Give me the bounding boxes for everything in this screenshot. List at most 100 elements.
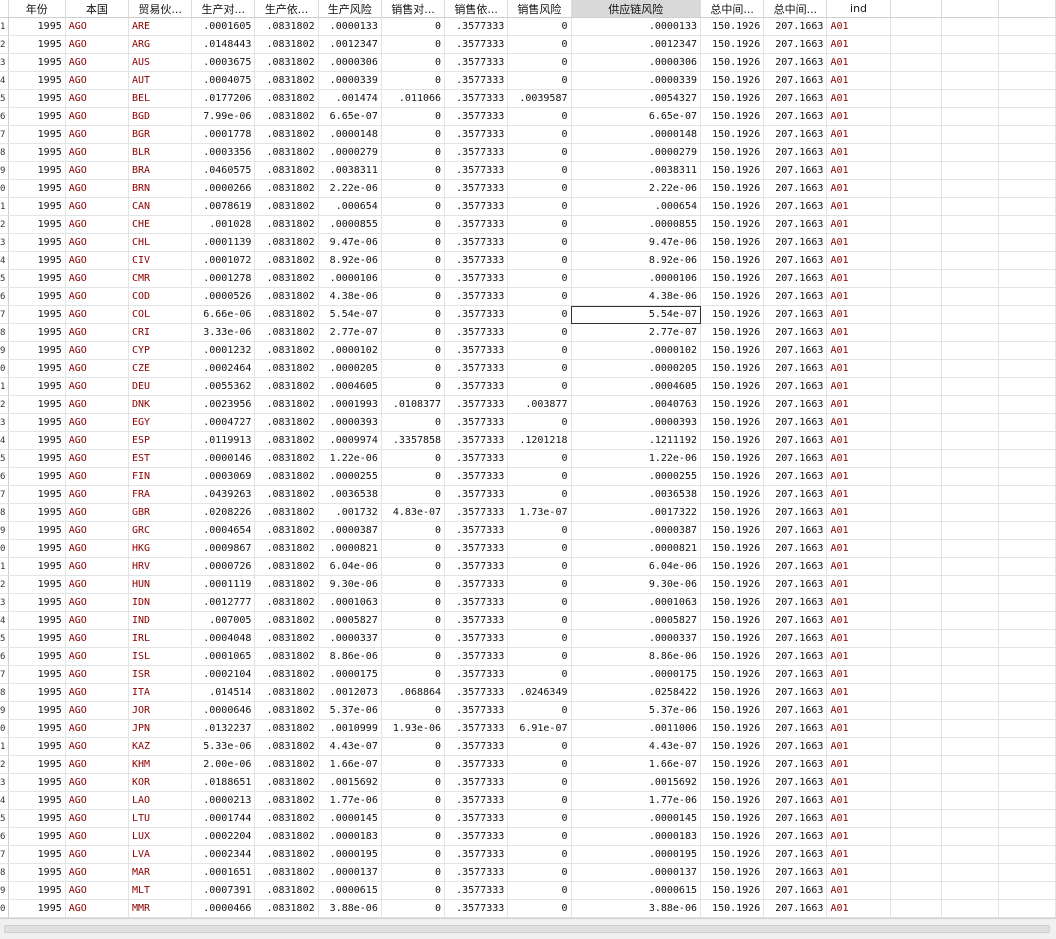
table-cell[interactable]: 207.1663 <box>763 557 828 576</box>
table-cell[interactable]: A01 <box>826 377 891 396</box>
table-cell[interactable]: AGO <box>65 701 129 720</box>
table-cell[interactable]: 1995 <box>8 251 66 270</box>
table-cell[interactable]: 1995 <box>8 701 66 720</box>
table-cell[interactable]: 150.1926 <box>700 773 765 792</box>
table-cell[interactable]: 150.1926 <box>700 665 765 684</box>
table-cell[interactable]: .0000855 <box>318 215 382 234</box>
table-cell[interactable]: .0000387 <box>571 521 701 540</box>
table-cell[interactable]: 207.1663 <box>763 197 828 216</box>
table-cell[interactable]: 150.1926 <box>700 539 765 558</box>
table-cell[interactable]: 6.91e-07 <box>507 719 572 738</box>
table-cell[interactable]: .0000195 <box>318 845 382 864</box>
table-cell[interactable]: .0000339 <box>318 71 382 90</box>
table-cell[interactable]: 0 <box>381 125 446 144</box>
table-cell[interactable]: 1995 <box>8 755 66 774</box>
table-cell[interactable]: .0004075 <box>191 71 256 90</box>
table-cell[interactable]: 0 <box>507 233 572 252</box>
table-row[interactable]: 6 1995 AGO BGD 7.99e-06.0831802 6.65e-07 0.357… <box>0 107 1056 126</box>
table-cell[interactable]: AUS <box>128 53 193 72</box>
table-cell[interactable]: A01 <box>826 395 891 414</box>
table-cell[interactable]: LUX <box>128 827 193 846</box>
table-cell[interactable]: 0 <box>507 179 572 198</box>
table-cell[interactable]: .1201218 <box>507 431 572 450</box>
table-cell[interactable]: .0017322 <box>571 503 701 522</box>
table-cell[interactable]: 207.1663 <box>763 737 828 756</box>
table-cell[interactable]: 207.1663 <box>763 845 828 864</box>
table-cell[interactable]: 207.1663 <box>763 791 828 810</box>
table-cell[interactable]: .3577333 <box>444 143 509 162</box>
table-cell[interactable]: .0001232 <box>191 341 256 360</box>
table-cell[interactable]: 207.1663 <box>763 449 828 468</box>
table-cell[interactable]: .0831802 <box>254 269 319 288</box>
table-cell[interactable]: 0 <box>381 269 446 288</box>
table-cell[interactable]: 150.1926 <box>700 647 765 666</box>
table-cell[interactable]: KAZ <box>128 737 193 756</box>
table-cell[interactable]: .3577333 <box>444 521 509 540</box>
row-number[interactable]: 9 <box>0 161 9 180</box>
table-row[interactable]: 3 1995 AGO IDN .0012777.0831802.0001063 0.357… <box>0 593 1056 612</box>
table-cell[interactable]: .3577333 <box>444 377 509 396</box>
table-row[interactable]: 4 1995 AGO IND .007005.0831802.0005827 0.3577… <box>0 611 1056 630</box>
table-cell[interactable]: 1995 <box>8 539 66 558</box>
table-cell[interactable]: .0000183 <box>318 827 382 846</box>
table-cell[interactable]: .0831802 <box>254 17 319 36</box>
table-cell[interactable]: .0038311 <box>318 161 382 180</box>
table-cell[interactable]: 207.1663 <box>763 359 828 378</box>
table-cell[interactable]: A01 <box>826 665 891 684</box>
table-cell[interactable]: KOR <box>128 773 193 792</box>
table-cell[interactable]: .0011006 <box>571 719 701 738</box>
table-cell[interactable]: 207.1663 <box>763 179 828 198</box>
table-cell[interactable]: .0000146 <box>191 449 256 468</box>
table-row[interactable]: 7 1995 AGO BGR .0001778.0831802.0000148 0.357… <box>0 125 1056 144</box>
row-number[interactable]: 7 <box>0 305 9 324</box>
table-cell[interactable]: .3577333 <box>444 35 509 54</box>
table-row[interactable]: 9 1995 AGO GRC .0004654.0831802.0000387 0.357… <box>0 521 1056 540</box>
table-cell[interactable]: AGO <box>65 431 129 450</box>
table-cell[interactable]: .0003356 <box>191 143 256 162</box>
table-cell[interactable]: .0000106 <box>571 269 701 288</box>
table-cell[interactable]: 207.1663 <box>763 377 828 396</box>
table-cell[interactable]: 0 <box>507 251 572 270</box>
table-cell[interactable]: .0000213 <box>191 791 256 810</box>
table-cell[interactable]: 3.88e-06 <box>571 899 701 918</box>
row-number[interactable]: 2 <box>0 755 9 774</box>
table-cell[interactable]: 207.1663 <box>763 395 828 414</box>
table-cell[interactable]: .0831802 <box>254 773 319 792</box>
table-cell[interactable]: 9.30e-06 <box>318 575 382 594</box>
table-cell[interactable]: 150.1926 <box>700 503 765 522</box>
table-cell[interactable]: CYP <box>128 341 193 360</box>
table-cell[interactable]: .003877 <box>507 395 572 414</box>
table-cell[interactable]: AUT <box>128 71 193 90</box>
table-cell[interactable]: 8.92e-06 <box>571 251 701 270</box>
table-cell[interactable]: AGO <box>65 269 129 288</box>
table-cell[interactable]: HRV <box>128 557 193 576</box>
table-cell[interactable]: .0002344 <box>191 845 256 864</box>
table-cell[interactable]: .0460575 <box>191 161 256 180</box>
row-number[interactable]: 8 <box>0 683 9 702</box>
table-cell[interactable]: 1995 <box>8 161 66 180</box>
row-number[interactable]: 1 <box>0 377 9 396</box>
table-cell[interactable]: .0831802 <box>254 233 319 252</box>
table-cell[interactable]: .0831802 <box>254 521 319 540</box>
table-cell[interactable]: 207.1663 <box>763 539 828 558</box>
table-cell[interactable]: 150.1926 <box>700 701 765 720</box>
table-cell[interactable]: 150.1926 <box>700 251 765 270</box>
table-cell[interactable]: AGO <box>65 899 129 918</box>
table-cell[interactable]: 0 <box>507 359 572 378</box>
table-cell[interactable]: 0 <box>381 323 446 342</box>
table-cell[interactable]: 4.43e-07 <box>318 737 382 756</box>
row-number[interactable]: 3 <box>0 233 9 252</box>
table-cell[interactable]: 150.1926 <box>700 611 765 630</box>
table-row[interactable]: 5 1995 AGO IRL .0004048.0831802.0000337 0.357… <box>0 629 1056 648</box>
table-cell[interactable]: 0 <box>381 35 446 54</box>
table-cell[interactable]: 1995 <box>8 737 66 756</box>
table-cell[interactable]: A01 <box>826 827 891 846</box>
table-cell[interactable]: 1995 <box>8 485 66 504</box>
table-cell[interactable]: 207.1663 <box>763 269 828 288</box>
table-cell[interactable]: .0000102 <box>318 341 382 360</box>
table-cell[interactable]: AGO <box>65 17 129 36</box>
table-cell[interactable]: .3577333 <box>444 449 509 468</box>
table-row[interactable]: 4 1995 AGO AUT .0004075.0831802.0000339 0.357… <box>0 71 1056 90</box>
table-cell[interactable]: 207.1663 <box>763 305 828 324</box>
table-cell[interactable]: 1995 <box>8 683 66 702</box>
